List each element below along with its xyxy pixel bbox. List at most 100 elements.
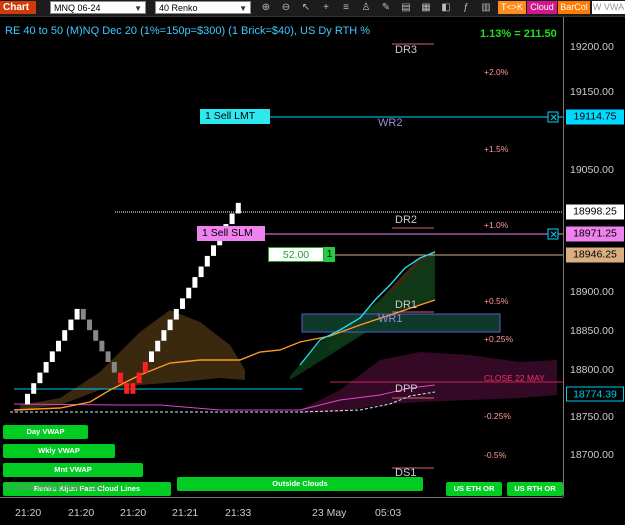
renko-brick <box>204 255 210 267</box>
monthly-vwap-button[interactable]: Mnt VWAP <box>3 463 143 477</box>
price-tick: 18900.00 <box>570 286 614 298</box>
sell-slm-order-label[interactable]: 1 Sell SLM <box>197 226 265 241</box>
sell-slm-price-box: 18971.25 <box>566 226 624 242</box>
templates-icon[interactable]: ▥ <box>478 1 494 14</box>
renko-brick <box>49 351 55 362</box>
renko-brick <box>124 383 130 394</box>
strategies-icon[interactable]: ♙ <box>358 1 374 14</box>
price-tick: 19200.00 <box>570 41 614 53</box>
pct-level: -0.5% <box>484 450 507 460</box>
indicators-icon[interactable]: ƒ <box>458 1 474 14</box>
instrument-selector[interactable]: MNQ 06-24 ▼ <box>50 1 146 14</box>
properties-icon[interactable]: ≡ <box>338 1 354 14</box>
sell-lmt-price-box: 19114.75 <box>566 109 624 125</box>
price-tick: 19050.00 <box>570 164 614 176</box>
price-tick: 18700.00 <box>570 449 614 461</box>
outside-clouds-button[interactable]: Outside Clouds <box>177 477 423 491</box>
time-tick: 21:21 <box>172 507 199 519</box>
svg-text:✕: ✕ <box>550 230 558 241</box>
zoom-in-icon[interactable]: ⊕ <box>258 1 274 14</box>
renko-brick <box>198 266 204 278</box>
copyright-text: © 2024 NinjaTrader, LLC <box>5 482 105 492</box>
renko-brick <box>111 361 117 373</box>
chart-trader-icon[interactable]: ▤ <box>398 1 414 14</box>
renko-brick <box>155 340 161 352</box>
renko-brick <box>87 319 92 331</box>
renko-brick <box>31 383 37 394</box>
renko-brick <box>180 298 185 309</box>
time-tick: 21:33 <box>225 507 252 519</box>
renko-brick <box>149 351 154 362</box>
period-selector[interactable]: 40 Renko ▼ <box>155 1 251 14</box>
cloud-toggle-button[interactable]: Cloud <box>527 1 557 14</box>
renko-brick <box>142 361 148 373</box>
renko-brick <box>130 383 136 394</box>
time-axis[interactable]: 21:20 21:20 21:20 21:21 21:33 23 May 05:… <box>0 497 563 525</box>
us-rth-or-button[interactable]: US RTH OR <box>507 482 563 496</box>
close-level: CLOSE 22 MAY <box>484 373 545 383</box>
pivot-dr2: DR2 <box>395 214 418 226</box>
time-tick: 21:20 <box>120 507 147 519</box>
renko-brick <box>105 351 111 362</box>
last-price-box: 18998.25 <box>566 204 624 220</box>
svg-text:✕: ✕ <box>550 113 558 124</box>
renko-brick <box>80 308 86 320</box>
quantity-box[interactable]: 52.00 <box>268 247 324 262</box>
renko-brick <box>93 330 99 341</box>
renko-brick <box>235 202 241 214</box>
us-eth-or-button[interactable]: US ETH OR <box>446 482 502 496</box>
renko-brick <box>136 372 142 384</box>
entry-price-box: 18946.25 <box>566 247 624 263</box>
renko-brick <box>43 361 49 373</box>
chart-panel[interactable]: ✕ ✕ RE 40 to 50 (M)NQ Dec 20 (1%=150p=$3… <box>0 17 563 497</box>
renko-brick <box>68 319 74 331</box>
pointer-icon[interactable]: ↖ <box>298 1 314 14</box>
pct-level: +1.0% <box>484 220 509 230</box>
time-tick: 21:20 <box>15 507 42 519</box>
day-vwap-button[interactable]: Day VWAP <box>3 425 88 439</box>
time-tick: 21:20 <box>68 507 95 519</box>
renko-brick <box>25 393 30 405</box>
renko-brick <box>56 340 61 352</box>
percent-readout: 1.13% = 211.50 <box>480 28 557 40</box>
pct-level: +1.5% <box>484 144 509 154</box>
chart-toolbar: Chart MNQ 06-24 ▼ 40 Renko ▼ ⊕ ⊖ ↖ + ≡ ♙ ✎… <box>0 0 625 17</box>
renko-brick <box>167 319 173 331</box>
pct-level: +0.5% <box>484 296 509 306</box>
price-tick: 18750.00 <box>570 411 614 423</box>
price-tick: 18850.00 <box>570 325 614 337</box>
sell-lmt-order-label[interactable]: 1 Sell LMT <box>200 109 270 124</box>
renko-brick <box>74 308 80 320</box>
renko-brick <box>118 372 123 384</box>
pivot-dpp: DPP <box>395 383 418 395</box>
pivot-dr3: DR3 <box>395 44 418 56</box>
data-box-icon[interactable]: ▦ <box>418 1 434 14</box>
renko-brick <box>37 372 43 384</box>
quantity-count[interactable]: 1 <box>324 247 335 262</box>
tk-toggle-button[interactable]: T<>K <box>498 1 526 14</box>
pivot-wr2: WR2 <box>378 117 403 129</box>
vwap-toggle-button[interactable]: W VWA <box>592 1 625 14</box>
pivot-dr1: DR1 <box>395 299 418 311</box>
renko-brick <box>99 340 105 352</box>
barcol-toggle-button[interactable]: BarCol <box>558 1 590 14</box>
pivot-wr1: WR1 <box>378 313 403 325</box>
renko-brick <box>192 277 198 288</box>
chevron-down-icon: ▼ <box>134 4 142 13</box>
instrument-value: MNQ 06-24 <box>54 3 101 13</box>
time-tick: 23 May <box>312 507 347 519</box>
renko-brick <box>229 213 235 225</box>
renko-brick <box>211 245 216 256</box>
chart-menu-button[interactable]: Chart <box>0 1 36 14</box>
chevron-down-icon: ▼ <box>239 4 247 13</box>
renko-brick <box>186 287 192 299</box>
crosshair-icon[interactable]: + <box>318 1 334 14</box>
pct-level: +2.0% <box>484 67 509 77</box>
pct-level: +0.25% <box>484 334 514 344</box>
renko-brick <box>62 330 68 341</box>
snapshot-icon[interactable]: ◧ <box>438 1 454 14</box>
weekly-vwap-button[interactable]: Wkly VWAP <box>3 444 115 458</box>
zoom-out-icon[interactable]: ⊖ <box>278 1 294 14</box>
price-axis[interactable]: 19200.00 19114.75 19050.00 18998.25 1897… <box>563 17 625 497</box>
drawing-tools-icon[interactable]: ✎ <box>378 1 394 14</box>
